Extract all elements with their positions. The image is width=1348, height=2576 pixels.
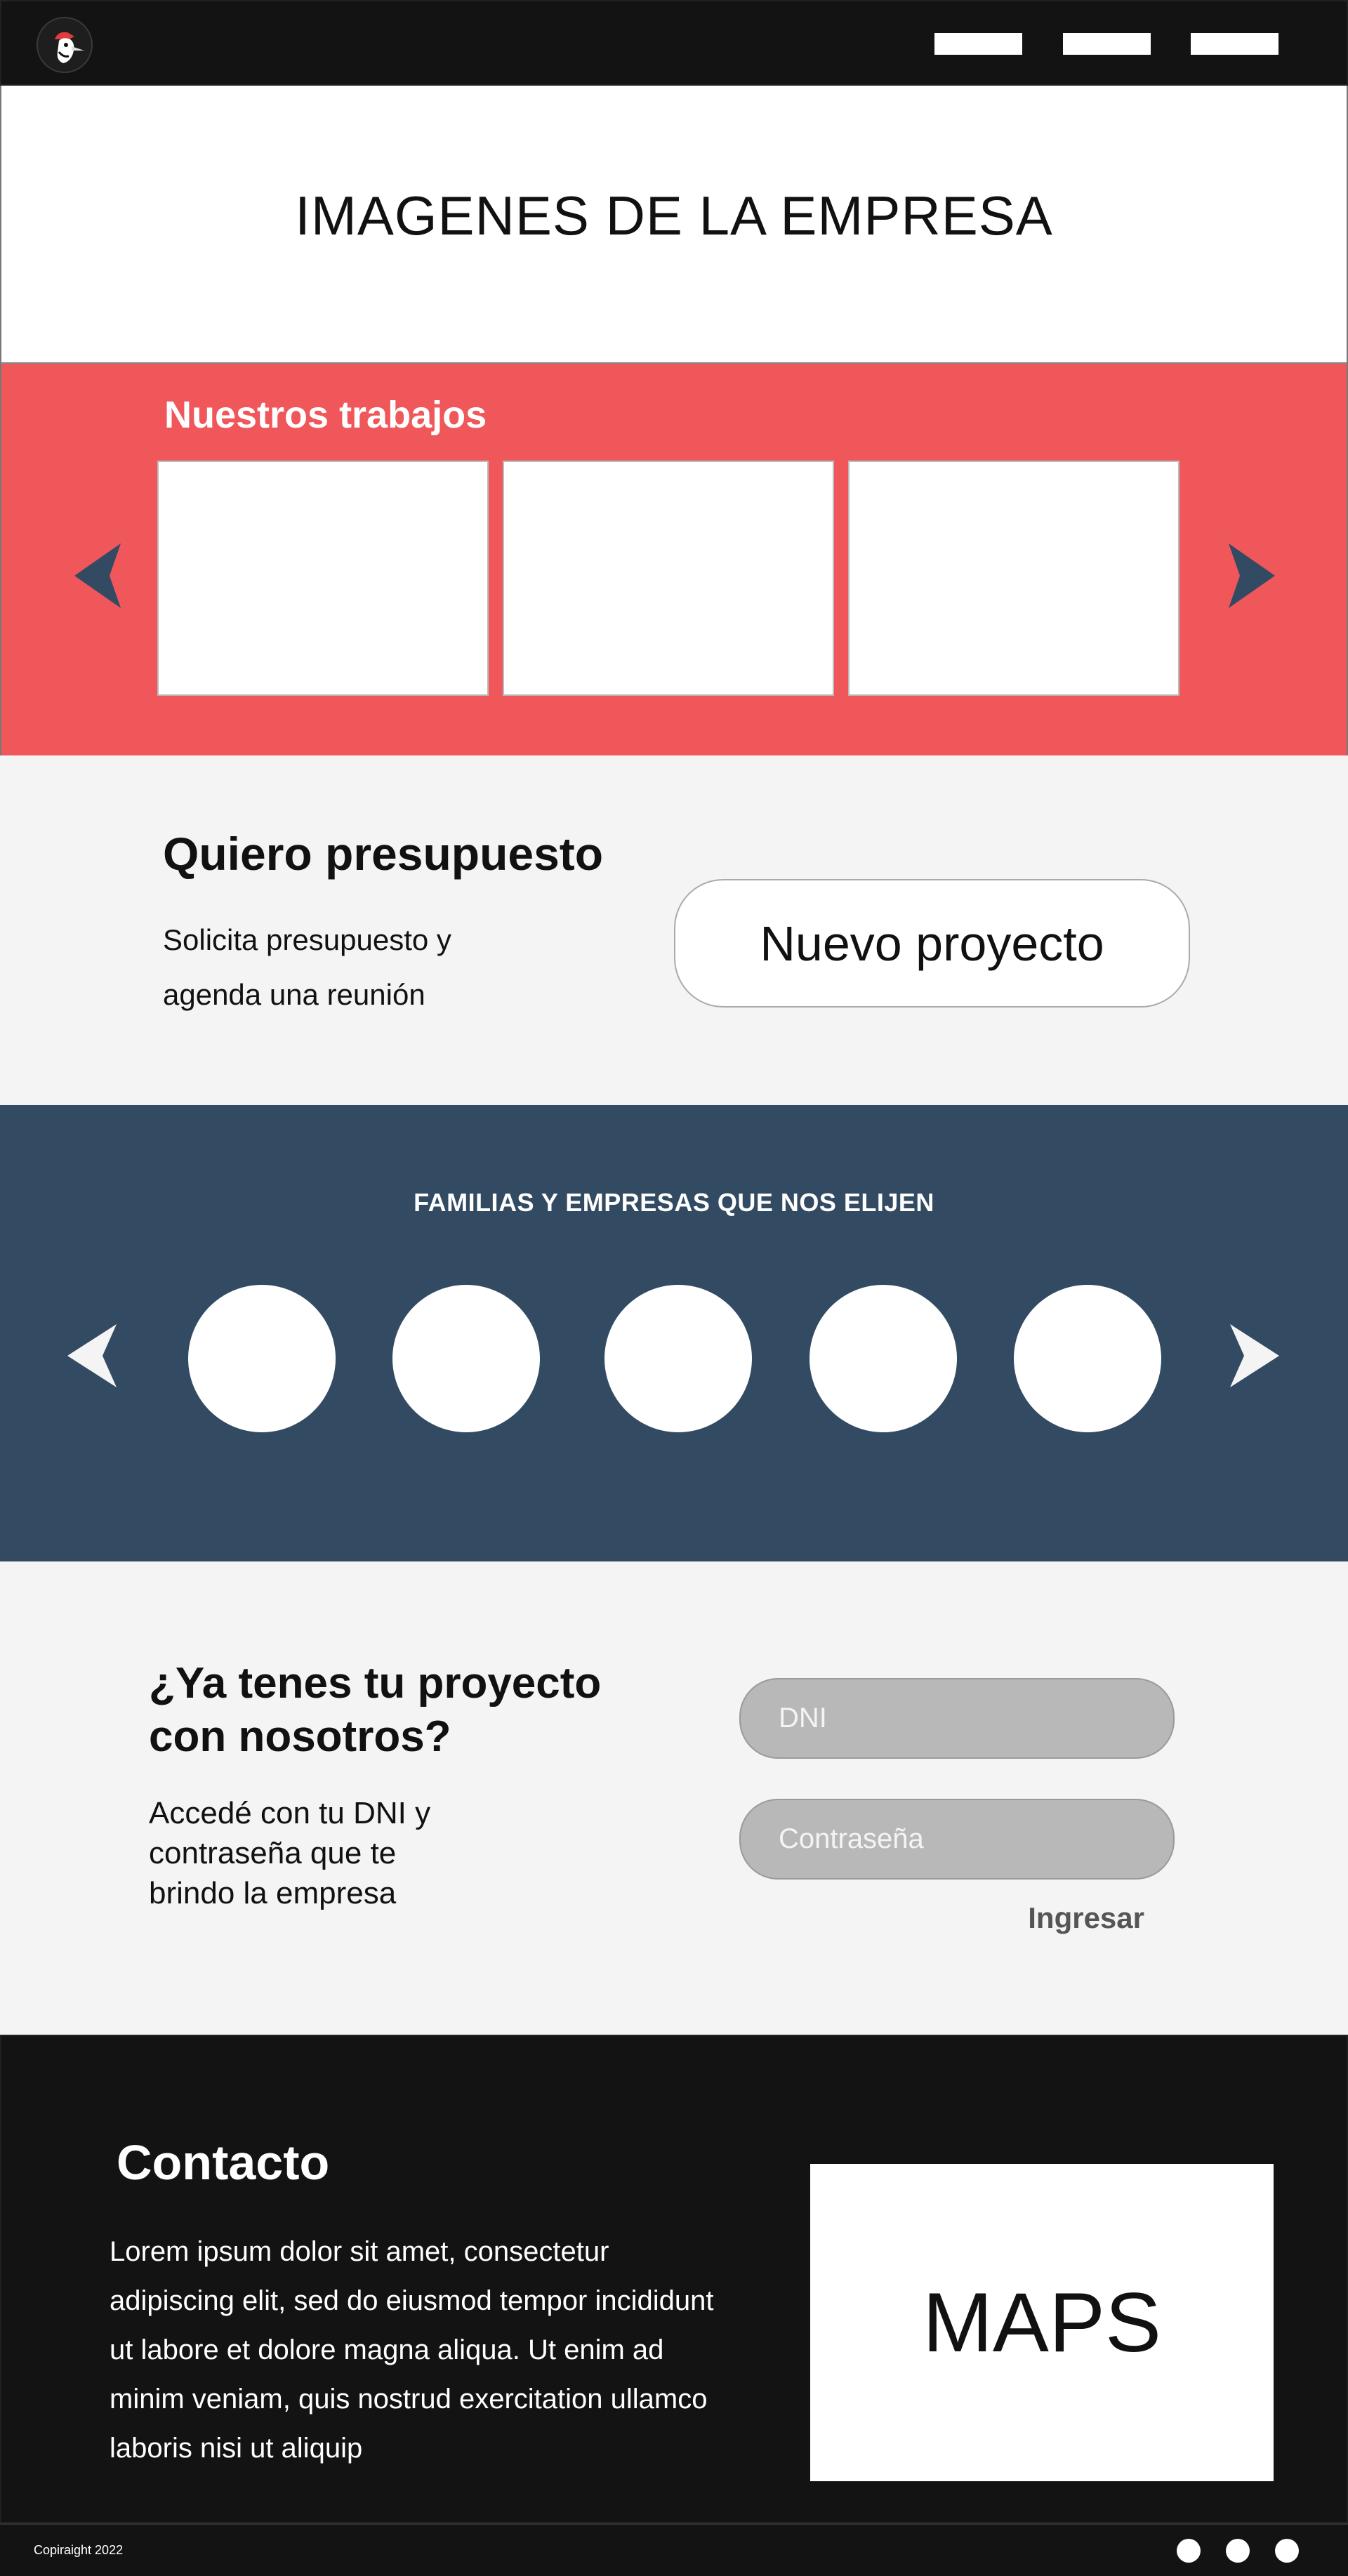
hero-banner: IMAGENES DE LA EMPRESA xyxy=(0,86,1348,364)
quote-description: Solicita presupuesto y agenda una reunió… xyxy=(163,923,451,1011)
works-next-button[interactable] xyxy=(1226,543,1275,610)
chevron-right-icon xyxy=(1229,543,1275,608)
work-card[interactable] xyxy=(848,461,1180,696)
site-footer: Copiraight 2022 xyxy=(0,2523,1348,2576)
contact-description: Lorem ipsum dolor sit amet, consectetur … xyxy=(110,2236,714,2464)
client-logo[interactable] xyxy=(604,1285,752,1432)
clients-prev-button[interactable] xyxy=(67,1324,117,1389)
clients-section: FAMILIAS Y EMPRESAS QUE NOS ELIJEN xyxy=(0,1105,1348,1561)
password-input[interactable] xyxy=(739,1799,1175,1880)
login-title: ¿Ya tenes tu proyecto con nosotros? xyxy=(149,1659,602,1761)
works-section: Nuestros trabajos xyxy=(0,364,1348,755)
hero-title: IMAGENES DE LA EMPRESA xyxy=(295,185,1053,246)
login-section: ¿Ya tenes tu proyecto con nosotros? Acce… xyxy=(0,1561,1348,2035)
clients-title: FAMILIAS Y EMPRESAS QUE NOS ELIJEN xyxy=(414,1188,934,1217)
map-placeholder[interactable]: MAPS xyxy=(810,2164,1274,2481)
chevron-left-icon xyxy=(67,1324,117,1387)
nav-item-2[interactable] xyxy=(1063,33,1151,55)
login-submit-button[interactable]: Ingresar xyxy=(983,1896,1194,1941)
chevron-right-icon xyxy=(1230,1324,1279,1387)
client-logo[interactable] xyxy=(392,1285,540,1432)
social-icon-3[interactable] xyxy=(1275,2539,1299,2563)
client-logo[interactable] xyxy=(188,1285,336,1432)
quote-section: Quiero presupuesto Solicita presupuesto … xyxy=(0,755,1348,1105)
nav-item-3[interactable] xyxy=(1191,33,1278,55)
clients-next-button[interactable] xyxy=(1230,1324,1279,1389)
dni-input[interactable] xyxy=(739,1678,1175,1759)
site-header xyxy=(0,0,1348,86)
nav-item-1[interactable] xyxy=(934,33,1022,55)
chevron-left-icon xyxy=(74,543,121,608)
contact-section: Contacto Lorem ipsum dolor sit amet, con… xyxy=(0,2035,1348,2523)
quote-title: Quiero presupuesto xyxy=(163,828,604,880)
login-description: Accedé con tu DNI y contraseña que te br… xyxy=(149,1796,431,1910)
works-prev-button[interactable] xyxy=(74,543,124,610)
woodpecker-logo-icon[interactable] xyxy=(37,17,93,73)
new-project-button[interactable]: Nuevo proyecto xyxy=(674,879,1190,1008)
client-logo[interactable] xyxy=(810,1285,957,1432)
map-label: MAPS xyxy=(922,2276,1162,2370)
social-icon-2[interactable] xyxy=(1226,2539,1250,2563)
social-icon-1[interactable] xyxy=(1177,2539,1201,2563)
work-card[interactable] xyxy=(157,461,489,696)
work-card[interactable] xyxy=(503,461,834,696)
contact-title: Contacto xyxy=(117,2135,330,2190)
client-logo[interactable] xyxy=(1014,1285,1161,1432)
copyright-text: Copiraight 2022 xyxy=(34,2543,124,2557)
works-title: Nuestros trabajos xyxy=(164,394,487,436)
